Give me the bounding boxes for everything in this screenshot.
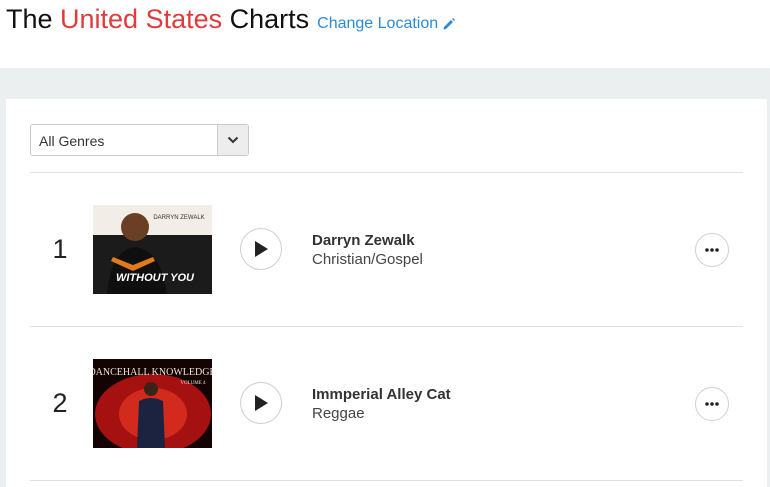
play-icon [255, 395, 268, 411]
chart-rank: 1 [52, 234, 68, 264]
chart-row: 2 DANCEHALL KNOWLEDGE VOLUME 4 Immperial… [6, 326, 767, 480]
genre-label: Reggae [312, 405, 365, 422]
genre-select[interactable]: All Genres [30, 124, 249, 156]
play-icon [255, 241, 268, 257]
album-art-caption-top: DARRYN ZEWALK [153, 215, 204, 221]
play-button[interactable] [240, 228, 282, 270]
divider [30, 480, 743, 481]
ellipsis-icon [705, 248, 719, 252]
track-info: Darryn Zewalk Christian/Gospel [312, 232, 423, 268]
album-art-image[interactable]: DANCEHALL KNOWLEDGE VOLUME 4 [93, 359, 212, 448]
artist-name[interactable]: Darryn Zewalk [312, 232, 423, 249]
genre-label: Christian/Gospel [312, 251, 423, 268]
change-location-link[interactable]: Change Location [317, 15, 456, 33]
genre-select-value: All Genres [39, 133, 105, 149]
album-art-caption-bottom: WITHOUT YOU [116, 272, 195, 284]
page-title: The United States Charts [6, 4, 309, 35]
more-options-button[interactable] [695, 387, 729, 421]
charts-card: All Genres 1 DARRYN ZEWALK WITHOUT YOU D… [6, 99, 767, 487]
more-options-button[interactable] [695, 233, 729, 267]
ellipsis-icon [705, 402, 719, 406]
pencil-icon [443, 18, 456, 30]
track-info: Immperial Alley Cat Reggae [312, 386, 451, 422]
album-art-image[interactable]: DARRYN ZEWALK WITHOUT YOU [93, 205, 212, 294]
title-prefix: The [6, 4, 61, 34]
chart-rank: 2 [52, 388, 68, 418]
artist-name[interactable]: Immperial Alley Cat [312, 386, 451, 403]
location-name: United States [60, 4, 223, 34]
album-art-caption-bottom: VOLUME 4 [180, 381, 206, 386]
play-button[interactable] [240, 382, 282, 424]
change-location-label: Change Location [317, 15, 439, 32]
chart-row: 1 DARRYN ZEWALK WITHOUT YOU Darryn Zewal… [6, 172, 767, 326]
album-art-caption-top: DANCEHALL KNOWLEDGE [93, 367, 212, 378]
page-header: The United States Charts Change Location [6, 4, 456, 38]
chevron-down-icon[interactable] [217, 125, 248, 155]
title-suffix: Charts [222, 4, 310, 34]
